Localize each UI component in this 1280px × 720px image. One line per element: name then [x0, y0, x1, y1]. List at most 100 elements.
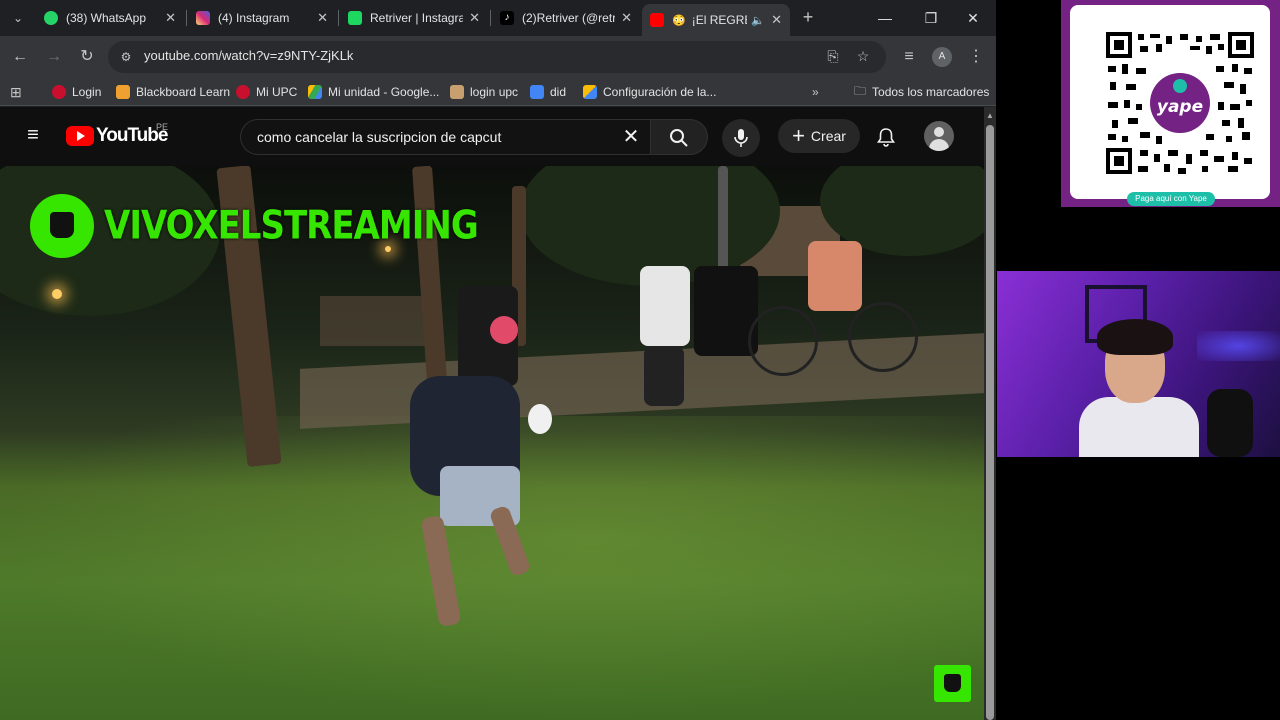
yape-logo-text: yape	[1157, 97, 1203, 117]
blackboard-icon	[116, 85, 130, 99]
apps-grid-icon[interactable]: ⊞	[10, 82, 22, 102]
close-icon[interactable]: ✕	[771, 12, 782, 28]
tab-label: (38) WhatsApp	[66, 11, 147, 25]
bookmark-label: Configuración de la...	[603, 85, 717, 99]
close-icon[interactable]: ✕	[317, 10, 328, 26]
notifications-bell-icon[interactable]	[874, 123, 898, 149]
profile-avatar[interactable]: A	[932, 47, 952, 67]
bike-wheel	[848, 302, 918, 372]
streamer-hair	[1097, 319, 1173, 355]
white-boxing-glove	[528, 404, 552, 434]
bookmark-label: Mi UPC	[256, 85, 298, 99]
tab-divider	[338, 10, 339, 26]
tab-search-button[interactable]: ⌄	[6, 7, 30, 29]
video-player[interactable]: VIVOXELSTREAMING	[0, 166, 984, 720]
tab-instagram[interactable]: (4) Instagram ✕	[188, 4, 336, 32]
watermark-text: VIVOXELSTREAMING	[104, 203, 479, 249]
cyclist	[808, 241, 862, 311]
document-icon	[530, 85, 544, 99]
bookmark-blackboard[interactable]: Blackboard Learn	[116, 82, 230, 102]
led-light	[1197, 331, 1280, 361]
yape-qr-panel: yape Paga aquí con Yape	[1061, 0, 1280, 207]
tab-label: Retriver | Instagra	[370, 11, 464, 25]
red-boxing-glove	[490, 316, 518, 344]
close-window-button[interactable]: ✕	[958, 6, 988, 30]
bookmark-google-drive[interactable]: Mi unidad - Google...	[308, 82, 439, 102]
create-button[interactable]: + Crear	[778, 119, 860, 153]
bookmark-label: login upc	[470, 85, 519, 99]
bookmark-label: Login	[72, 85, 102, 99]
qr-card: yape	[1070, 5, 1270, 199]
youtube-logo[interactable]: YouTube	[66, 125, 168, 147]
reload-button[interactable]: ↻	[75, 45, 99, 69]
vivoxel-logo-icon	[30, 194, 94, 258]
upc-icon	[236, 85, 250, 99]
bike-wheel	[748, 306, 818, 376]
youtube-page: ≡ YouTube PE como cancelar la suscripcio…	[0, 107, 996, 720]
close-icon[interactable]: ✕	[621, 10, 632, 26]
upc-icon	[52, 85, 66, 99]
bookmark-login-upc[interactable]: login upc	[450, 82, 518, 102]
site-info-icon[interactable]: ⚙	[118, 49, 134, 65]
bookmark-label: Mi unidad - Google...	[328, 85, 440, 99]
close-icon[interactable]: ✕	[469, 10, 480, 26]
tab-youtube-active[interactable]: 😳 ¡El REGRE 🔈 ✕	[642, 4, 790, 36]
yape-qr-code-icon: yape	[1106, 32, 1254, 174]
scroll-thumb[interactable]	[986, 125, 994, 720]
user-photo-icon	[450, 85, 464, 99]
url-text[interactable]: youtube.com/watch?v=z9NTY-ZjKLk	[144, 48, 353, 63]
tab-tiktok[interactable]: ♪ (2)Retriver (@retr ✕	[492, 4, 640, 32]
page-scrollbar[interactable]: ▲	[984, 107, 996, 720]
menu-kebab-icon[interactable]: ⋮	[964, 45, 988, 69]
person-shorts	[644, 346, 684, 406]
webcam-overlay	[997, 271, 1280, 457]
all-bookmarks-label: Todos los marcadores	[872, 85, 990, 99]
forward-button[interactable]: →	[42, 45, 66, 69]
browser-toolbar: ← → ↻ ⚙ youtube.com/watch?v=z9NTY-ZjKLk …	[0, 36, 996, 78]
retriver-icon	[348, 11, 362, 25]
youtube-play-icon	[66, 126, 94, 146]
address-bar[interactable]: ⚙ youtube.com/watch?v=z9NTY-ZjKLk ⎘ ☆	[108, 41, 886, 73]
instagram-icon	[196, 11, 210, 25]
bookmark-label: did	[550, 85, 567, 99]
menu-hamburger-icon[interactable]: ≡	[22, 125, 44, 147]
bookmarks-bar: ⊞ Login Blackboard Learn Mi UPC Mi unida…	[0, 78, 996, 106]
speaker-icon[interactable]: 🔈	[751, 14, 765, 27]
scroll-up-arrow[interactable]: ▲	[984, 111, 996, 121]
tab-whatsapp[interactable]: (38) WhatsApp ✕	[36, 4, 184, 32]
plus-icon: +	[792, 123, 805, 148]
bookmark-mi-upc[interactable]: Mi UPC	[236, 82, 297, 102]
bookmark-label: Blackboard Learn	[136, 85, 231, 99]
install-app-icon[interactable]: ⎘	[824, 48, 842, 65]
media-control-icon[interactable]: ≡	[897, 45, 921, 69]
close-icon[interactable]: ✕	[165, 10, 176, 26]
background-wall	[320, 296, 430, 346]
account-avatar[interactable]	[924, 121, 954, 151]
tab-retriver-instagram[interactable]: Retriver | Instagra ✕	[340, 4, 488, 32]
clear-search-icon[interactable]: ✕	[618, 125, 644, 151]
maximize-button[interactable]: ❐	[916, 6, 946, 30]
search-query-text[interactable]: como cancelar la suscripcion de capcut	[257, 129, 501, 145]
bookmark-configuracion[interactable]: Configuración de la...	[583, 82, 716, 102]
search-button[interactable]	[650, 119, 708, 155]
microphone-shape	[1207, 389, 1253, 457]
microphone-icon	[734, 129, 748, 147]
google-ads-icon	[583, 85, 597, 99]
folder-icon: 🗀	[854, 83, 867, 98]
vivoxel-corner-logo-icon	[934, 665, 971, 702]
search-input[interactable]: como cancelar la suscripcion de capcut ✕	[240, 119, 650, 155]
bookmark-login[interactable]: Login	[52, 82, 101, 102]
create-label: Crear	[810, 128, 846, 144]
minimize-button[interactable]: —	[870, 6, 900, 30]
more-bookmarks-icon[interactable]: »	[812, 82, 819, 102]
all-bookmarks-button[interactable]: 🗀 Todos los marcadores	[854, 82, 989, 102]
back-button[interactable]: ←	[8, 45, 32, 69]
screen: ⌄ (38) WhatsApp ✕ (4) Instagram ✕ Retriv…	[0, 0, 1280, 720]
channel-watermark: VIVOXELSTREAMING	[30, 194, 479, 258]
emoji-icon: 😳	[672, 14, 686, 27]
new-tab-button[interactable]: +	[798, 8, 818, 28]
bookmark-star-icon[interactable]: ☆	[854, 48, 872, 65]
voice-search-button[interactable]	[722, 119, 760, 157]
whatsapp-icon	[44, 11, 58, 25]
bookmark-did[interactable]: did	[530, 82, 566, 102]
